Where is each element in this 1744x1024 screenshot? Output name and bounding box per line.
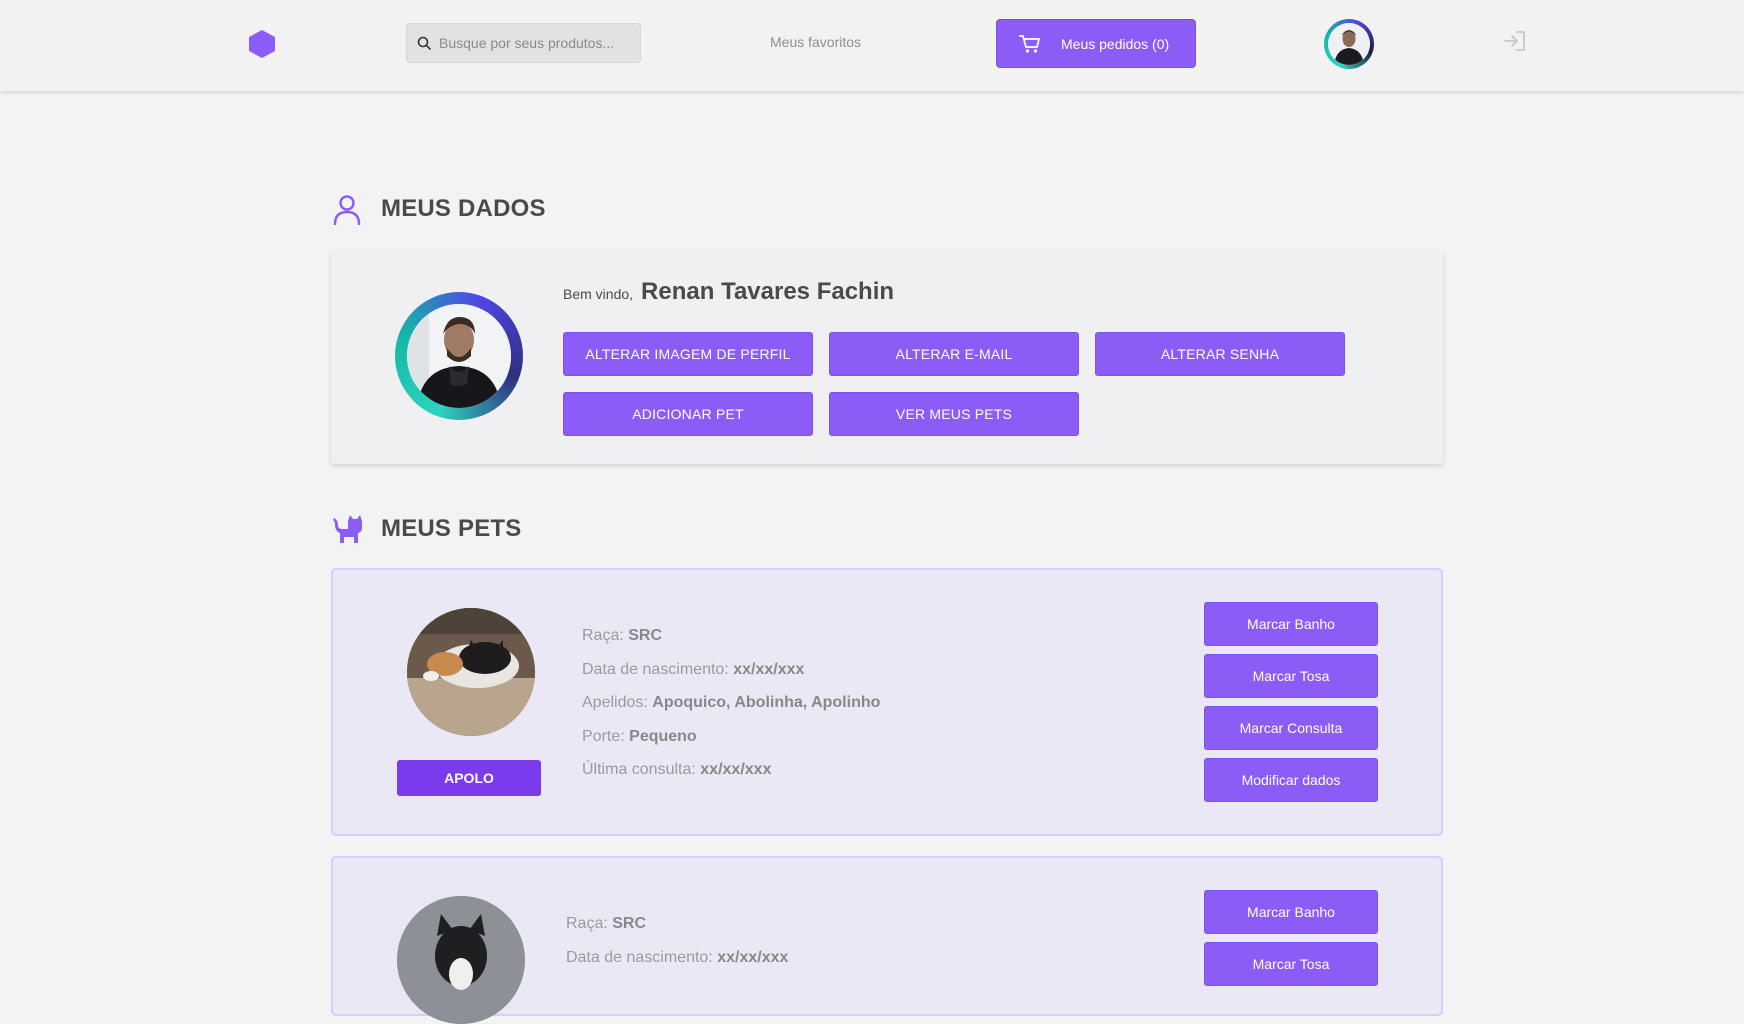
pet-card: APOLO Raça: SRC Data de nascimento: xx/x… xyxy=(331,568,1443,836)
welcome-message: Bem vindo, Renan Tavares Fachin xyxy=(563,278,894,306)
profile-card: Bem vindo, Renan Tavares Fachin ALTERAR … xyxy=(331,250,1443,464)
cat-photo-icon xyxy=(397,896,525,1024)
cart-icon xyxy=(1019,34,1040,53)
pet-info: Raça: SRC Data de nascimento: xx/xx/xxx xyxy=(566,907,788,974)
schedule-grooming-button[interactable]: Marcar Tosa xyxy=(1204,654,1378,698)
pet-birth-label: Data de nascimento: xyxy=(566,948,713,966)
person-photo-icon xyxy=(407,304,511,408)
schedule-bath-button[interactable]: Marcar Banho xyxy=(1204,890,1378,934)
search-box xyxy=(406,23,641,63)
change-profile-image-button[interactable]: ALTERAR IMAGEM DE PERFIL xyxy=(563,332,813,376)
header-avatar[interactable] xyxy=(1324,19,1374,69)
schedule-bath-button[interactable]: Marcar Banho xyxy=(1204,602,1378,646)
cat-icon xyxy=(333,515,362,543)
pet-info: Raça: SRC Data de nascimento: xx/xx/xxx … xyxy=(582,619,880,787)
pet-size-value: Pequeno xyxy=(629,727,697,745)
schedule-grooming-button[interactable]: Marcar Tosa xyxy=(1204,942,1378,986)
pets-section-title: MEUS PETS xyxy=(331,513,522,545)
schedule-appointment-button[interactable]: Marcar Consulta xyxy=(1204,706,1378,750)
top-navbar: Meus favoritos Meus pedidos (0) xyxy=(0,0,1744,92)
favorites-link[interactable]: Meus favoritos xyxy=(770,34,861,50)
user-name: Renan Tavares Fachin xyxy=(641,278,895,305)
pet-birth-value: xx/xx/xxx xyxy=(717,948,789,966)
hexagon-logo-icon[interactable] xyxy=(248,29,276,59)
search-icon xyxy=(417,36,431,50)
pet-last-visit-label: Última consulta: xyxy=(582,761,696,778)
pet-birth-label: Data de nascimento: xyxy=(582,660,729,678)
pet-breed-value: SRC xyxy=(612,915,647,932)
pets-section-label: MEUS PETS xyxy=(381,515,522,542)
pet-card: Raça: SRC Data de nascimento: xx/xx/xxx … xyxy=(331,856,1443,1024)
pet-last-visit-value: xx/xx/xxx xyxy=(700,761,772,778)
welcome-text: Bem vindo, xyxy=(563,286,634,302)
pet-breed-value: SRC xyxy=(628,627,663,644)
cat-photo-icon xyxy=(407,608,535,736)
modify-data-button[interactable]: Modificar dados xyxy=(1204,758,1378,802)
add-pet-button[interactable]: ADICIONAR PET xyxy=(563,392,813,436)
pet-breed-label: Raça: xyxy=(566,915,608,932)
pet-nicknames-value: Apoquico, Abolinha, Apolinho xyxy=(652,694,881,711)
profile-section-title: MEUS DADOS xyxy=(331,193,546,225)
user-icon xyxy=(333,195,361,225)
logout-icon[interactable] xyxy=(1503,30,1527,52)
pet-size-label: Porte: xyxy=(582,727,625,745)
change-password-button[interactable]: ALTERAR SENHA xyxy=(1095,332,1345,376)
my-orders-label: Meus pedidos (0) xyxy=(1061,35,1170,52)
pet-breed-label: Raça: xyxy=(582,627,624,644)
my-orders-button[interactable]: Meus pedidos (0) xyxy=(996,19,1196,68)
change-email-button[interactable]: ALTERAR E-MAIL xyxy=(829,332,1079,376)
pet-photo xyxy=(407,608,535,736)
search-input[interactable] xyxy=(439,35,629,51)
pet-photo xyxy=(397,896,525,1024)
profile-section-label: MEUS DADOS xyxy=(381,195,546,222)
person-photo-icon xyxy=(1328,23,1370,65)
profile-avatar[interactable] xyxy=(395,292,523,420)
pet-nicknames-label: Apelidos: xyxy=(582,694,648,711)
pet-name-button[interactable]: APOLO xyxy=(397,760,541,796)
pet-birth-value: xx/xx/xxx xyxy=(733,660,805,678)
view-my-pets-button[interactable]: VER MEUS PETS xyxy=(829,392,1079,436)
